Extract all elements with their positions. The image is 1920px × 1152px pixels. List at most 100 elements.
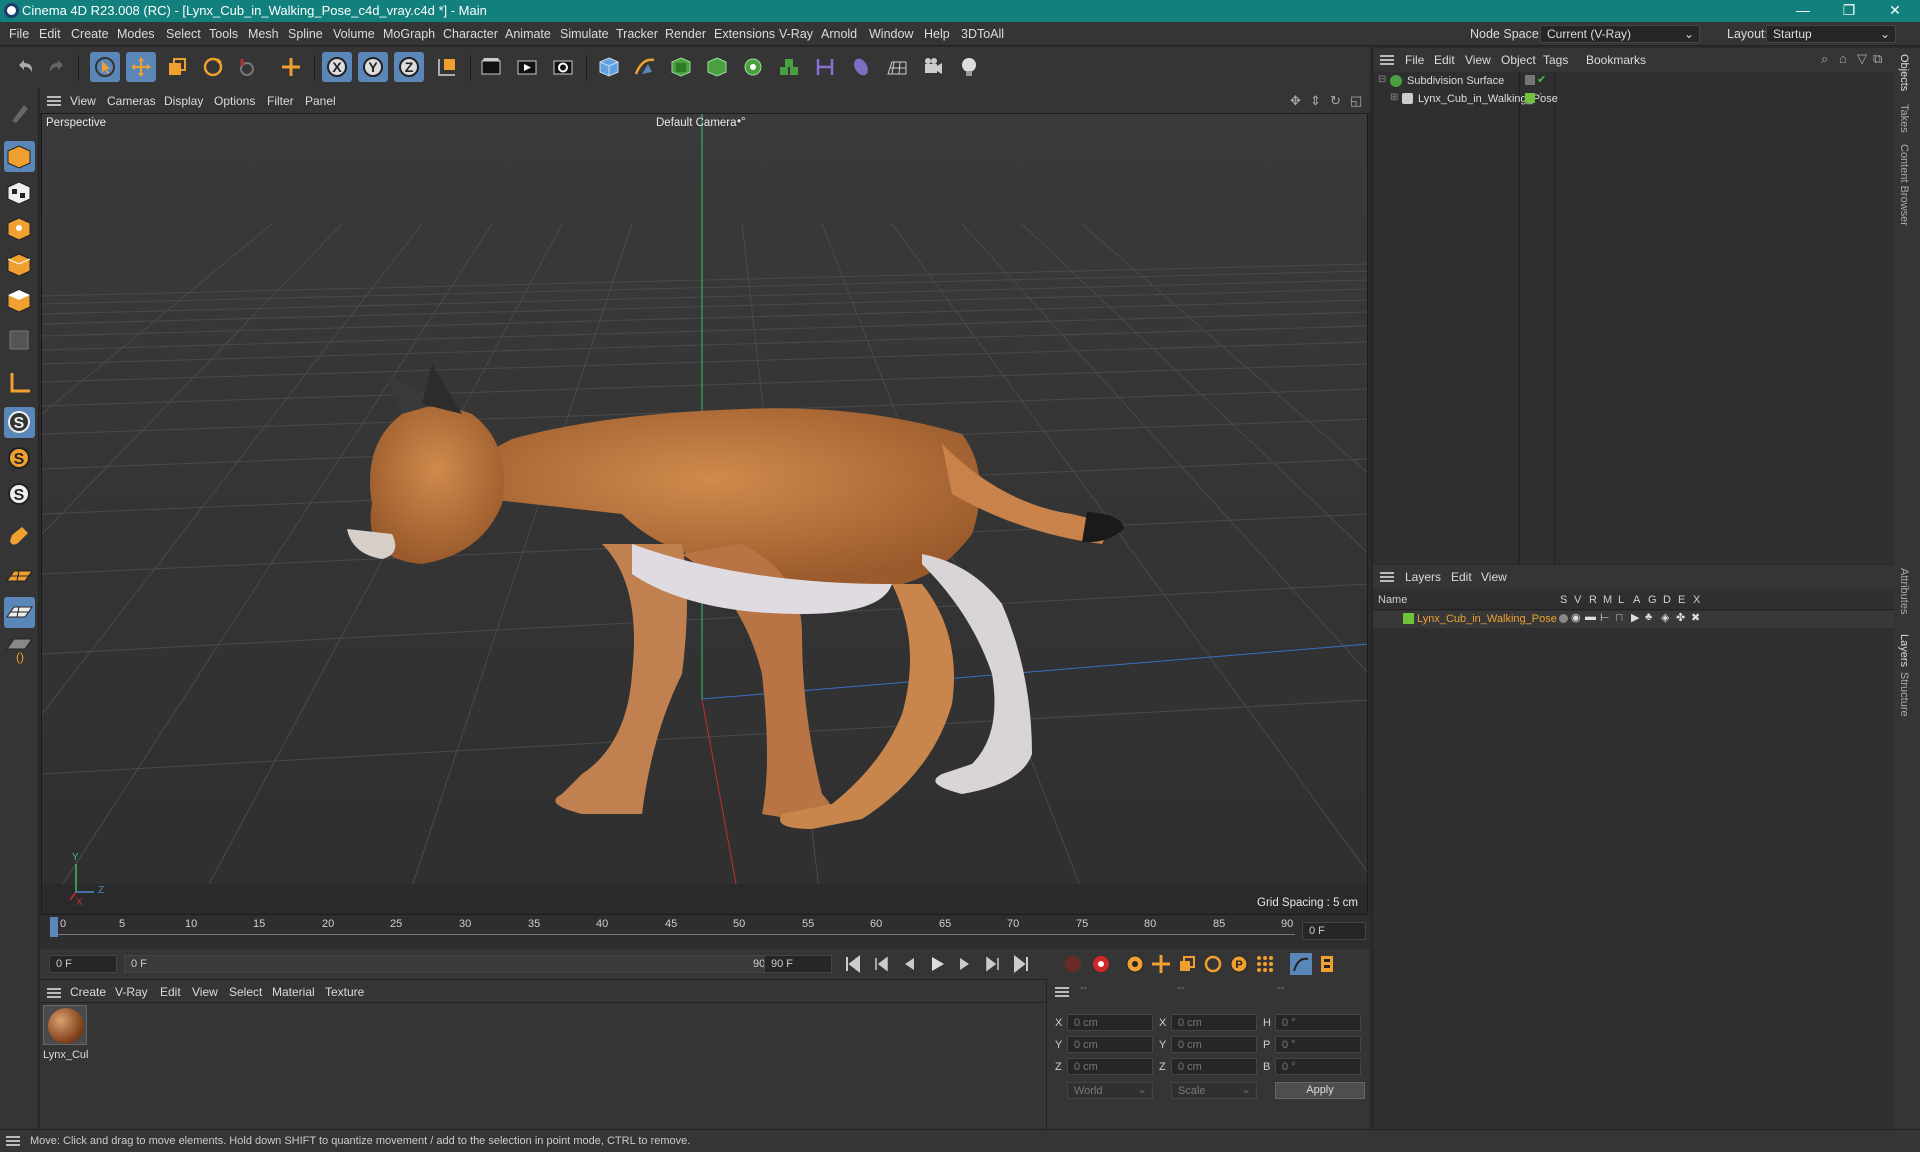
- lm-menu-view[interactable]: View: [1481, 570, 1507, 584]
- menu-mograph[interactable]: MoGraph: [383, 27, 435, 41]
- menu-window[interactable]: Window: [869, 27, 913, 41]
- position-x-field[interactable]: 0 cm: [1067, 1014, 1153, 1031]
- uv-mode-button[interactable]: [4, 325, 35, 356]
- recent-tool-button[interactable]: [234, 52, 264, 82]
- light-button[interactable]: [954, 52, 984, 82]
- select-tool-button[interactable]: [90, 52, 120, 82]
- new-window-icon[interactable]: ⧉: [1873, 51, 1882, 67]
- hamburger-icon[interactable]: [47, 96, 61, 106]
- deformer-button[interactable]: [810, 52, 840, 82]
- enable-axis-button[interactable]: [4, 367, 35, 398]
- menu-edit[interactable]: Edit: [39, 27, 61, 41]
- position-z-field[interactable]: 0 cm: [1067, 1058, 1153, 1075]
- expression-toggle-icon[interactable]: ✤: [1676, 611, 1685, 624]
- previous-frame-icon[interactable]: [898, 953, 920, 975]
- close-button[interactable]: ✕: [1872, 0, 1918, 22]
- manager-toggle-icon[interactable]: ⊢: [1600, 611, 1610, 624]
- om-menu-edit[interactable]: Edit: [1434, 53, 1455, 67]
- subdivision-surface-button[interactable]: [666, 52, 696, 82]
- rotate-tool-button[interactable]: [198, 52, 228, 82]
- rotate-view-icon[interactable]: ↻: [1330, 93, 1341, 109]
- camera-button[interactable]: [918, 52, 948, 82]
- menu-create[interactable]: Create: [71, 27, 109, 41]
- extrude-button[interactable]: [702, 52, 732, 82]
- material-menu-vray[interactable]: V-Ray: [115, 985, 148, 999]
- solo-toggle-icon[interactable]: [1559, 614, 1568, 623]
- layer-color-icon[interactable]: [1525, 93, 1535, 103]
- om-menu-bookmarks[interactable]: Bookmarks: [1586, 53, 1646, 67]
- om-menu-view[interactable]: View: [1465, 53, 1491, 67]
- filter-icon[interactable]: ▽: [1857, 51, 1867, 67]
- material-swatch[interactable]: [43, 1005, 87, 1045]
- move-tool-button[interactable]: [126, 52, 156, 82]
- material-name[interactable]: Lynx_Cul: [43, 1049, 88, 1061]
- side-tab-content-browser[interactable]: Content Browser: [1898, 144, 1910, 226]
- menu-mesh[interactable]: Mesh: [248, 27, 279, 41]
- material-menu-material[interactable]: Material: [272, 985, 315, 999]
- layer-name[interactable]: Lynx_Cub_in_Walking_Pose: [1417, 613, 1557, 625]
- lock-icon[interactable]: ⊓: [1615, 611, 1624, 624]
- perspective-viewport[interactable]: Perspective Default Camera •° Grid Spaci…: [41, 113, 1368, 915]
- xref-toggle-icon[interactable]: ✖: [1691, 611, 1700, 624]
- scale-key-icon[interactable]: [1176, 953, 1198, 975]
- y-axis-lock-button[interactable]: Y: [358, 52, 388, 82]
- menu-tools[interactable]: Tools: [209, 27, 238, 41]
- menu-character[interactable]: Character: [443, 27, 498, 41]
- coordinate-system-button[interactable]: [432, 52, 462, 82]
- playhead-marker[interactable]: [50, 917, 58, 937]
- render-settings-button[interactable]: [548, 52, 578, 82]
- object-name[interactable]: Lynx_Cub_in_Walking_Pose: [1418, 93, 1558, 105]
- parameter-key-icon[interactable]: P: [1228, 953, 1250, 975]
- search-icon[interactable]: ⌕: [1821, 51, 1828, 67]
- make-editable-button[interactable]: [4, 97, 35, 128]
- menu-volume[interactable]: Volume: [333, 27, 375, 41]
- side-tab-layers[interactable]: Layers: [1898, 634, 1910, 667]
- expand-icon[interactable]: ⊞: [1390, 92, 1398, 103]
- previous-key-icon[interactable]: [870, 953, 892, 975]
- camera-link-icon[interactable]: •°: [737, 116, 746, 128]
- timeline-window-icon[interactable]: [1290, 953, 1312, 975]
- visibility-dots-icon[interactable]: [1525, 75, 1535, 85]
- deformer-toggle-icon[interactable]: ◈: [1661, 611, 1669, 624]
- live-selection-button[interactable]: [276, 52, 306, 82]
- tree-row[interactable]: ⊞ Lynx_Cub_in_Walking_Pose ⁚: [1373, 92, 1895, 108]
- material-menu-texture[interactable]: Texture: [325, 985, 364, 999]
- material-menu-select[interactable]: Select: [229, 985, 262, 999]
- visibility-dots-icon[interactable]: ⁚: [1539, 91, 1543, 104]
- quantize-button[interactable]: S: [4, 479, 35, 510]
- pan-view-icon[interactable]: ✥: [1290, 93, 1301, 109]
- dope-sheet-icon[interactable]: [1316, 953, 1338, 975]
- autokey-icon[interactable]: [1090, 953, 1112, 975]
- magnet-tool-button[interactable]: [4, 521, 35, 552]
- layout-dropdown[interactable]: Startup ⌄: [1766, 25, 1896, 43]
- workplane-button[interactable]: [4, 561, 35, 592]
- material-menu-edit[interactable]: Edit: [160, 985, 181, 999]
- scale-tool-button[interactable]: [162, 52, 192, 82]
- size-x-field[interactable]: 0 cm: [1171, 1014, 1257, 1031]
- menu-render[interactable]: Render: [665, 27, 706, 41]
- side-tab-structure[interactable]: Structure: [1898, 672, 1910, 717]
- menu-modes[interactable]: Modes: [117, 27, 155, 41]
- menu-arnold[interactable]: Arnold: [821, 27, 857, 41]
- hamburger-icon[interactable]: [1055, 987, 1069, 997]
- viewport-menu-display[interactable]: Display: [164, 94, 203, 108]
- render-picture-viewer-button[interactable]: [512, 52, 542, 82]
- mograph-cloner-button[interactable]: [774, 52, 804, 82]
- material-menu-view[interactable]: View: [192, 985, 218, 999]
- snap-settings-button[interactable]: S: [4, 443, 35, 474]
- floor-button[interactable]: [882, 52, 912, 82]
- viewport-menu-panel[interactable]: Panel: [305, 94, 336, 108]
- node-space-dropdown[interactable]: Current (V-Ray) ⌄: [1540, 25, 1700, 43]
- model-mode-button[interactable]: [4, 141, 35, 172]
- apply-button[interactable]: Apply: [1275, 1082, 1365, 1099]
- redo-button[interactable]: [42, 52, 72, 82]
- render-toggle-icon[interactable]: ▬: [1585, 611, 1596, 623]
- play-icon[interactable]: [926, 953, 948, 975]
- minimize-button[interactable]: —: [1780, 0, 1826, 22]
- viewport-menu-view[interactable]: View: [70, 94, 96, 108]
- start-frame-field[interactable]: 0 F: [49, 955, 117, 973]
- lm-menu-edit[interactable]: Edit: [1451, 570, 1472, 584]
- coordinate-space-dropdown[interactable]: World ⌄: [1067, 1082, 1153, 1099]
- side-tab-takes[interactable]: Takes: [1898, 104, 1910, 133]
- size-y-field[interactable]: 0 cm: [1171, 1036, 1257, 1053]
